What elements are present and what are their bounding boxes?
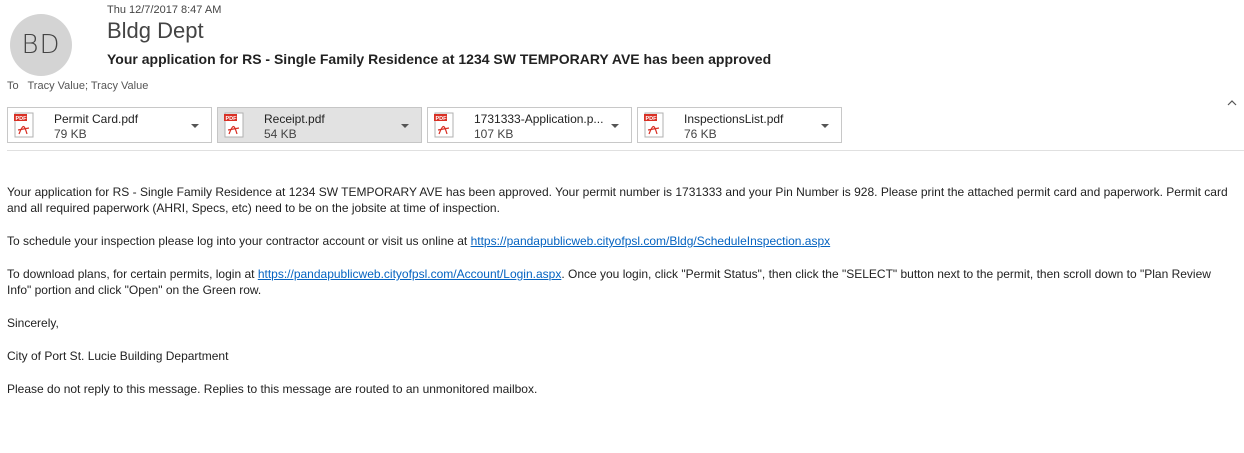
body-paragraph-schedule: To schedule your inspection please log i… — [7, 233, 1232, 249]
svg-text:PDF: PDF — [436, 116, 448, 122]
svg-text:PDF: PDF — [646, 116, 658, 122]
email-date: Thu 12/7/2017 8:47 AM — [107, 4, 222, 16]
pdf-icon: PDF — [644, 112, 664, 138]
email-header: BD Thu 12/7/2017 8:47 AM Bldg Dept Your … — [0, 0, 1244, 120]
email-body: Your application for RS - Single Family … — [7, 184, 1232, 414]
footer-notice: Please do not reply to this message. Rep… — [7, 382, 538, 396]
email-subject: Your application for RS - Single Family … — [107, 51, 772, 67]
attachment-list: PDF Permit Card.pdf 79 KB PDF Receipt.pd… — [7, 107, 842, 143]
header-divider — [7, 150, 1244, 151]
closing: Sincerely, — [7, 316, 59, 330]
attachment-size: 54 KB — [264, 127, 297, 141]
pdf-icon: PDF — [224, 112, 244, 138]
recipients-line: To Tracy Value; Tracy Value — [7, 80, 148, 92]
chevron-up-icon[interactable] — [1227, 95, 1237, 109]
attachment-inspections-list[interactable]: PDF InspectionsList.pdf 76 KB — [637, 107, 842, 143]
chevron-down-icon[interactable] — [401, 121, 409, 131]
pdf-icon: PDF — [14, 112, 34, 138]
attachment-size: 79 KB — [54, 127, 87, 141]
chevron-down-icon[interactable] — [821, 121, 829, 131]
to-label: To — [7, 80, 19, 92]
schedule-inspection-link[interactable]: https://pandapublicweb.cityofpsl.com/Bld… — [471, 234, 831, 248]
login-link[interactable]: https://pandapublicweb.cityofpsl.com/Acc… — [258, 267, 562, 281]
attachment-size: 107 KB — [474, 127, 514, 141]
download-text: To download plans, for certain permits, … — [7, 267, 258, 281]
attachment-name: InspectionsList.pdf — [684, 112, 784, 126]
chevron-down-icon[interactable] — [611, 121, 619, 131]
sender-avatar: BD — [10, 14, 72, 76]
attachment-receipt[interactable]: PDF Receipt.pdf 54 KB — [217, 107, 422, 143]
attachment-permit-card[interactable]: PDF Permit Card.pdf 79 KB — [7, 107, 212, 143]
schedule-text: To schedule your inspection please log i… — [7, 234, 471, 248]
body-paragraph-approval: Your application for RS - Single Family … — [7, 185, 1228, 215]
attachment-application[interactable]: PDF 1731333-Application.p... 107 KB — [427, 107, 632, 143]
signature: City of Port St. Lucie Building Departme… — [7, 349, 229, 363]
svg-text:PDF: PDF — [226, 116, 238, 122]
attachment-name: Receipt.pdf — [264, 112, 325, 126]
body-paragraph-download: To download plans, for certain permits, … — [7, 266, 1232, 298]
svg-text:PDF: PDF — [16, 116, 28, 122]
attachment-name: 1731333-Application.p... — [474, 112, 604, 126]
attachment-name: Permit Card.pdf — [54, 112, 139, 126]
recipients[interactable]: Tracy Value; Tracy Value — [27, 80, 148, 92]
pdf-icon: PDF — [434, 112, 454, 138]
attachment-size: 76 KB — [684, 127, 717, 141]
chevron-down-icon[interactable] — [191, 121, 199, 131]
sender-name[interactable]: Bldg Dept — [107, 18, 204, 44]
